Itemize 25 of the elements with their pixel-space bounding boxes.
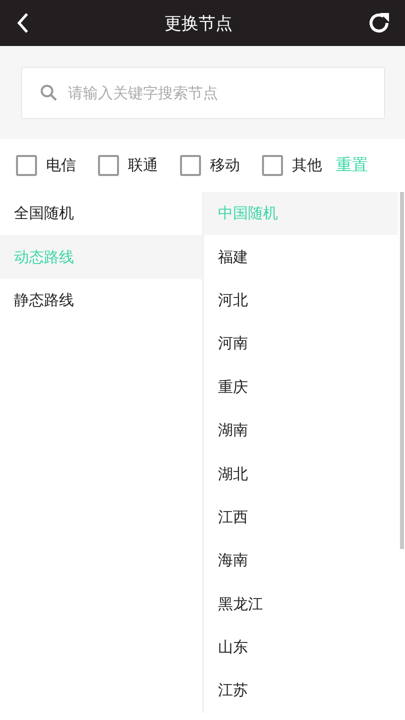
refresh-icon[interactable] (367, 11, 391, 35)
category-item[interactable]: 全国随机 (0, 192, 202, 236)
node-item[interactable]: 江西 (204, 496, 398, 540)
node-item[interactable]: 黑龙江 (204, 582, 398, 626)
search-field[interactable]: 请输入关键字搜索节点 (21, 67, 385, 119)
checkbox[interactable] (16, 155, 37, 176)
filter-label: 其他 (292, 156, 322, 175)
node-item[interactable]: 山东 (204, 626, 398, 670)
category-item[interactable]: 静态路线 (0, 278, 202, 322)
node-item[interactable]: 海南 (204, 539, 398, 583)
node-item[interactable]: 重庆 (204, 366, 398, 409)
node-item[interactable]: 湖南 (204, 408, 398, 452)
back-icon[interactable] (16, 12, 30, 34)
checkbox[interactable] (262, 155, 283, 176)
node-item[interactable]: 福建 (204, 235, 398, 279)
checkbox[interactable] (180, 155, 201, 176)
checkbox[interactable] (98, 155, 119, 176)
filter-label: 移动 (210, 156, 240, 175)
node-item[interactable]: 江苏 (204, 669, 398, 713)
filter-label: 联通 (128, 156, 158, 175)
node-item[interactable]: 湖北 (204, 452, 398, 496)
filter-label: 电信 (46, 156, 76, 175)
node-item[interactable]: 河南 (204, 322, 398, 366)
page-title: 更换节点 (164, 12, 232, 34)
node-item[interactable]: 河北 (204, 278, 398, 322)
